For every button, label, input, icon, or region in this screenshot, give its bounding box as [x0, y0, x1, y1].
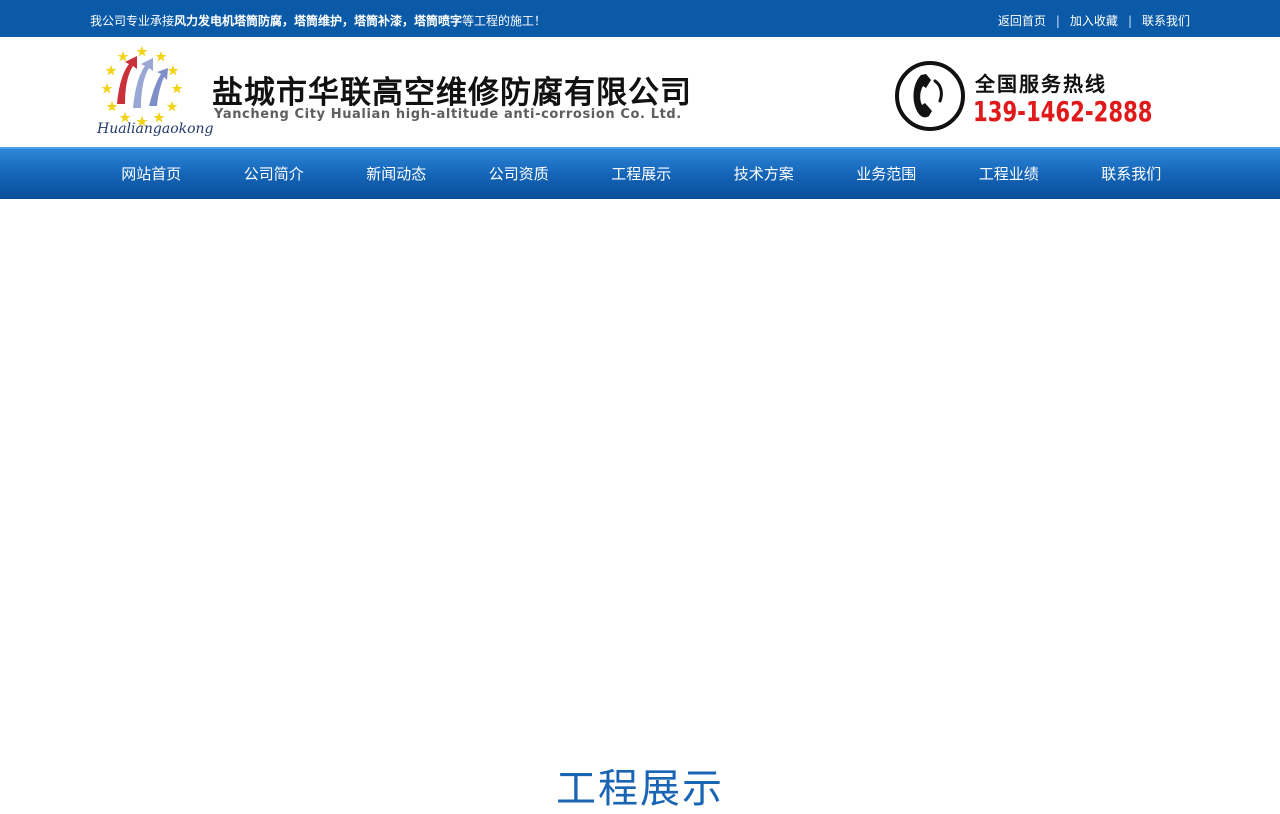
slogan-suffix: 等工程的施工！ — [462, 14, 547, 28]
nav-item-contact[interactable]: 联系我们 — [1070, 149, 1193, 199]
hotline-number: 139-1462-2888 — [973, 95, 1153, 128]
link-separator: | — [1055, 14, 1060, 28]
nav-item-achievements[interactable]: 工程业绩 — [948, 149, 1071, 199]
hotline-label: 全国服务热线 — [975, 72, 1107, 96]
nav-item-solutions[interactable]: 技术方案 — [703, 149, 826, 199]
home-link[interactable]: 返回首页 — [998, 14, 1046, 28]
nav-item-about[interactable]: 公司简介 — [213, 149, 336, 199]
main-nav: 网站首页 公司简介 新闻动态 公司资质 工程展示 技术方案 业务范围 工程业绩 … — [0, 147, 1280, 199]
phone-icon — [895, 61, 965, 131]
company-name-cn: 盐城市华联高空维修防腐有限公司 — [212, 75, 692, 111]
top-links: 返回首页 | 加入收藏 | 联系我们 — [998, 12, 1190, 29]
contact-link[interactable]: 联系我们 — [1142, 14, 1190, 28]
company-name-en: Yancheng City Hualian high-altitude anti… — [214, 107, 682, 122]
banner-area — [0, 199, 1280, 739]
top-bar: 我公司专业承接风力发电机塔筒防腐，塔筒维护，塔筒补漆，塔筒喷字等工程的施工！ 返… — [0, 0, 1280, 37]
nav-item-services[interactable]: 业务范围 — [825, 149, 948, 199]
nav-item-news[interactable]: 新闻动态 — [335, 149, 458, 199]
link-separator: | — [1127, 14, 1132, 28]
site-header: Hualiangaokong 盐城市华联高空维修防腐有限公司 Yancheng … — [0, 37, 1280, 147]
slogan-prefix: 我公司专业承接 — [90, 14, 175, 28]
slogan-bold: 风力发电机塔筒防腐，塔筒维护，塔筒补漆，塔筒喷字 — [174, 14, 463, 28]
nav-item-home[interactable]: 网站首页 — [90, 149, 213, 199]
logo-text: Hualiangaokong — [97, 121, 214, 137]
slogan: 我公司专业承接风力发电机塔筒防腐，塔筒维护，塔筒补漆，塔筒喷字等工程的施工！ — [90, 12, 546, 29]
nav-item-qualification[interactable]: 公司资质 — [458, 149, 581, 199]
section-title: 工程展示 — [556, 766, 724, 812]
nav-item-projects[interactable]: 工程展示 — [580, 149, 703, 199]
bookmark-link[interactable]: 加入收藏 — [1070, 14, 1118, 28]
